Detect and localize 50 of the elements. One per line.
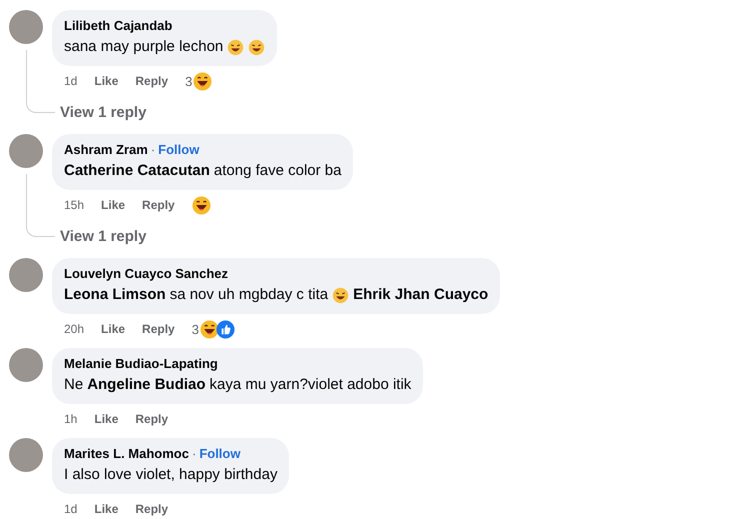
reply-link[interactable]: Reply xyxy=(142,198,175,212)
view-replies-link[interactable]: View 1 reply xyxy=(52,215,146,245)
view-replies-link[interactable]: View 1 reply xyxy=(52,91,146,121)
timestamp: 1h xyxy=(64,412,78,426)
like-link[interactable]: Like xyxy=(94,412,118,426)
timestamp: 15h xyxy=(64,198,84,212)
like-link[interactable]: Like xyxy=(94,502,118,516)
mention-link[interactable]: Leona Limson xyxy=(64,284,166,306)
comment-text: I also love violet, happy birthday xyxy=(64,465,278,485)
like-link[interactable]: Like xyxy=(101,198,126,212)
laughing-emoji-icon xyxy=(227,38,244,56)
mention-link[interactable]: Catherine Catacutan xyxy=(64,160,210,182)
author-name[interactable]: Louvelyn Cuayco Sanchez xyxy=(64,265,228,282)
mention-link[interactable]: Ehrik Jhan Cuayco xyxy=(353,284,488,306)
comment-text: kaya mu yarn?violet adobo itik xyxy=(210,375,412,395)
laughing-emoji-icon xyxy=(332,286,350,304)
follow-link[interactable]: Follow xyxy=(158,141,200,158)
reply-link[interactable]: Reply xyxy=(142,322,175,336)
reaction-count[interactable]: 3 xyxy=(192,322,199,336)
laughing-emoji-icon xyxy=(248,38,266,56)
timestamp: 1d xyxy=(64,74,78,88)
like-link[interactable]: Like xyxy=(101,322,126,336)
avatar[interactable] xyxy=(9,134,43,168)
laughing-reaction-icon[interactable] xyxy=(200,320,219,338)
author-name[interactable]: Marites L. Mahomoc xyxy=(64,445,189,462)
author-name[interactable]: Lilibeth Cajandab xyxy=(64,17,172,34)
reply-link[interactable]: Reply xyxy=(135,502,168,516)
follow-link[interactable]: Follow xyxy=(199,445,240,462)
reply-link[interactable]: Reply xyxy=(135,74,168,88)
author-name[interactable]: Melanie Budiao-Lapating xyxy=(64,355,218,372)
timestamp: 1d xyxy=(64,502,78,516)
separator-dot: · xyxy=(150,141,156,158)
author-name[interactable]: Ashram Zram xyxy=(64,141,148,158)
timestamp: 20h xyxy=(64,322,84,336)
reply-link[interactable]: Reply xyxy=(135,412,168,426)
avatar[interactable] xyxy=(9,258,43,292)
avatar[interactable] xyxy=(9,438,43,472)
like-link[interactable]: Like xyxy=(94,74,118,88)
separator-dot: · xyxy=(192,445,196,462)
laughing-reaction-icon[interactable] xyxy=(192,196,211,214)
thumbs-up-icon[interactable] xyxy=(216,320,235,338)
laughing-reaction-icon[interactable] xyxy=(193,72,212,90)
comment-text: atong fave color ba xyxy=(214,161,342,181)
comment-text: Ne xyxy=(64,375,84,395)
avatar[interactable] xyxy=(9,348,43,382)
comment-text: sana may purple lechon xyxy=(64,37,224,57)
comment-text: sa nov uh mgbday c tita xyxy=(170,285,328,305)
mention-link[interactable]: Angeline Budiao xyxy=(87,374,206,396)
reaction-count[interactable]: 3 xyxy=(185,74,192,88)
avatar[interactable] xyxy=(9,10,43,44)
